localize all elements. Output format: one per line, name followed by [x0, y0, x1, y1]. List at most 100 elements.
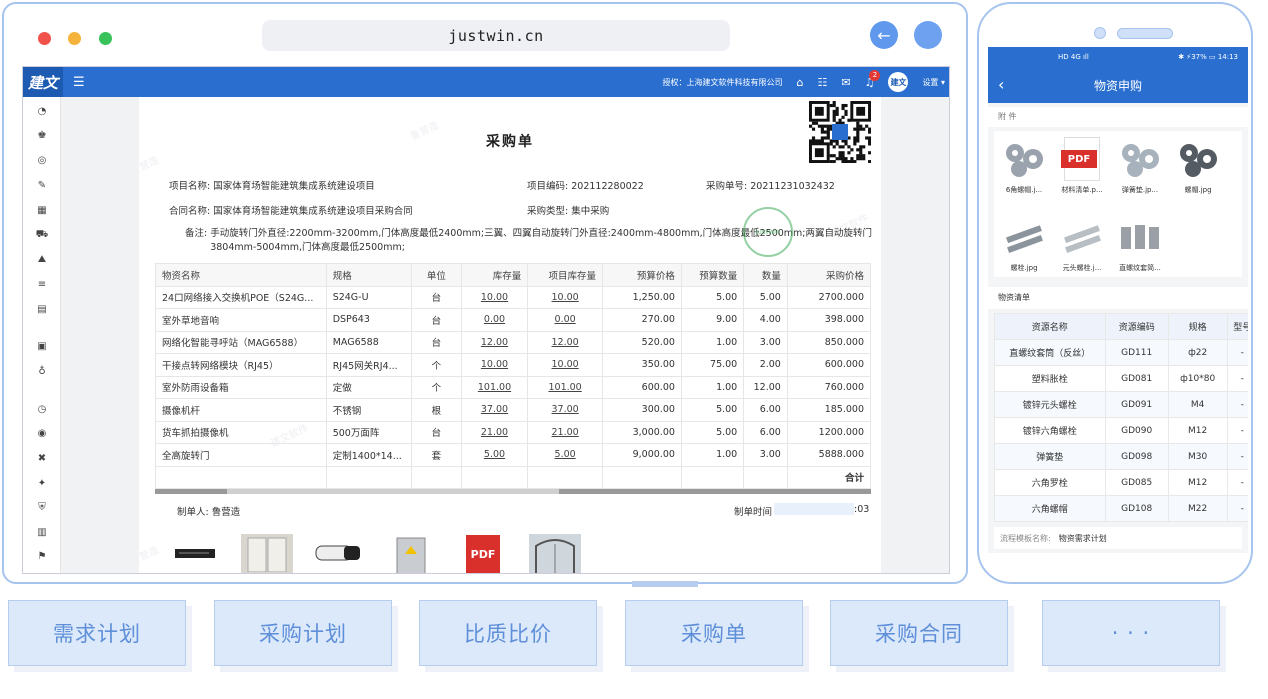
org-chart-icon[interactable]: ☷: [817, 76, 827, 89]
attachment-electrical-box[interactable]: [385, 534, 437, 573]
close-window-icon[interactable]: [38, 32, 51, 45]
speedometer-icon[interactable]: ◷: [36, 403, 48, 415]
target-icon[interactable]: ◎: [36, 154, 48, 166]
table-row[interactable]: 网络化智能寻呼站（MAG6588） MAG6588 台 12.00 12.00 520.0…: [155, 330, 872, 354]
table-cell[interactable]: 101.00: [527, 375, 603, 399]
column-header[interactable]: 采购价格: [786, 263, 872, 287]
table-row[interactable]: 摄像机杆 不锈钢根 37.00 37.00 300.00 5.00 6.00 185.000: [155, 398, 872, 422]
table-row[interactable]: 室外防雨设备箱 定做个 101.00 101.00 600.00 1.00 12.00 760…: [155, 375, 872, 399]
table-cell: 24口网络接入交换机POE（S24G...: [155, 285, 327, 309]
shield-icon[interactable]: ⛨: [36, 501, 48, 513]
wifi-icon[interactable]: ✦: [36, 477, 48, 489]
maximize-window-icon[interactable]: [99, 32, 112, 45]
table-cell[interactable]: 0.00: [460, 308, 529, 332]
pie-chart-icon[interactable]: ◔: [36, 105, 48, 117]
column-header[interactable]: 数量: [743, 263, 788, 287]
table-cell[interactable]: 5.00: [460, 443, 529, 467]
table-cell[interactable]: 10.00: [527, 353, 603, 377]
home-icon[interactable]: ⌂: [796, 76, 803, 89]
minimize-window-icon[interactable]: [68, 32, 81, 45]
avatar[interactable]: 建文: [888, 72, 909, 92]
address-bar[interactable]: justwin.cn: [262, 20, 730, 51]
module-tab[interactable]: 采购计划: [214, 600, 392, 666]
mobile-attachment-sleeves[interactable]: 直螺纹套简...: [1112, 215, 1168, 273]
mobile-attachment-nuts[interactable]: 6角螺帽.j...: [996, 137, 1052, 195]
material-row[interactable]: 镀锌元头螺栓 GD091 M4-: [994, 391, 1248, 418]
table-cell[interactable]: 101.00: [460, 375, 529, 399]
mobile-attachment-bolts[interactable]: 螺栓.jpg: [996, 215, 1052, 273]
table-cell[interactable]: 12.00: [527, 330, 603, 354]
attachment-switch[interactable]: [169, 534, 221, 573]
back-chevron-icon[interactable]: ‹: [998, 75, 1004, 94]
attachment-camera[interactable]: [313, 534, 365, 573]
column-header[interactable]: 库存量: [460, 263, 529, 287]
material-row[interactable]: 六角罗栓 GD085 M12-: [994, 469, 1248, 496]
flag-icon[interactable]: ⚑: [36, 550, 48, 562]
attachment-revolving-door[interactable]: [529, 534, 581, 573]
column-header[interactable]: 预算数量: [680, 263, 745, 287]
module-tab[interactable]: 采购单: [625, 600, 803, 666]
material-row[interactable]: 直螺纹套筒（反丝） GD111 ф22-: [994, 339, 1248, 366]
edit-icon[interactable]: ✎: [36, 179, 48, 191]
table-row[interactable]: 24口网络接入交换机POE（S24G... S24G-U 台 10.00 10.00 1,…: [155, 285, 872, 309]
table-cell: 定制1400*14...: [325, 443, 412, 467]
table-row[interactable]: 干接点转网络模块（RJ45） RJ45网关RJ4... 个 10.00 10.00 350…: [155, 353, 872, 377]
module-tab[interactable]: · · ·: [1042, 600, 1220, 666]
table-scrollbar[interactable]: [155, 489, 871, 494]
chat-icon[interactable]: ✉: [841, 76, 850, 89]
table-row[interactable]: 室外草地音响 DSP643 台 0.00 0.00 270.00 9.00 4.00 398.0…: [155, 308, 872, 332]
module-tab[interactable]: 采购合同: [830, 600, 1008, 666]
mobile-attachment-cap-nut[interactable]: 螺帽.jpg: [1170, 137, 1226, 195]
material-row[interactable]: 塑料胀栓 GD081 ф10*80-: [994, 365, 1248, 392]
table-cell[interactable]: 10.00: [460, 285, 529, 309]
table-cell[interactable]: 21.00: [460, 420, 529, 444]
module-tab[interactable]: 需求计划: [8, 600, 186, 666]
calendar-icon[interactable]: ▦: [36, 204, 48, 216]
scrollbar-thumb[interactable]: [227, 489, 559, 494]
material-row[interactable]: 弹簧垫 GD098 M30-: [994, 443, 1248, 470]
bell-icon[interactable]: ♫ 2: [865, 69, 881, 89]
table-cell[interactable]: 37.00: [460, 398, 529, 422]
app-topbar: 建文 ☰ 授权：上海建文软件科技有限公司 ⌂ ☷ ✉ ♫ 2 建文 设置 ▾: [23, 67, 949, 97]
users-icon[interactable]: ♚: [36, 129, 48, 141]
database-icon[interactable]: ▥: [36, 526, 48, 538]
column-header[interactable]: 预算价格: [602, 263, 682, 287]
material-cell: 镀锌元头螺栓: [994, 391, 1106, 418]
settings-dropdown[interactable]: 设置 ▾: [922, 77, 945, 88]
material-row[interactable]: 六角螺帽 GD108 M22-: [994, 495, 1248, 522]
photo-icon[interactable]: ▣: [36, 340, 48, 352]
table-header-row: 物资名称 规格 单位 库存量 项目库存量 预算价格 预算数量 数量 采购价格: [155, 263, 872, 287]
table-cell[interactable]: 10.00: [527, 285, 603, 309]
mobile-attachment-round-bolts[interactable]: 元头螺栓.j...: [1054, 215, 1110, 273]
attachment-cabinet[interactable]: [241, 534, 293, 573]
column-header[interactable]: 项目库存量: [527, 263, 603, 287]
table-row[interactable]: 全高旋转门 定制1400*14... 套 5.00 5.00 9,000.00 1.00 3.…: [155, 443, 872, 467]
mobile-attachment-washers[interactable]: 弹簧垫.jp...: [1112, 137, 1168, 195]
table-cell: 5.00: [743, 285, 788, 309]
table-cell[interactable]: 12.00: [460, 330, 529, 354]
menu-toggle-icon[interactable]: ☰: [73, 75, 85, 90]
table-cell[interactable]: 0.00: [527, 308, 603, 332]
back-arrow-icon[interactable]: ←: [870, 21, 898, 49]
column-header[interactable]: 规格: [325, 263, 412, 287]
column-header[interactable]: 单位: [410, 263, 462, 287]
mobile-attachment-pdf[interactable]: PDF 材料清单.p...: [1054, 137, 1110, 195]
chart-icon[interactable]: ⛰: [36, 253, 48, 265]
table-cell[interactable]: 21.00: [527, 420, 603, 444]
material-row[interactable]: 镀锌六角螺栓 GD090 M12-: [994, 417, 1248, 444]
car-icon[interactable]: ⛟: [36, 229, 49, 241]
table-cell[interactable]: 10.00: [460, 353, 529, 377]
bag-icon[interactable]: ♁: [36, 365, 48, 377]
forward-button[interactable]: [914, 21, 942, 49]
column-header[interactable]: 物资名称: [155, 263, 327, 287]
list-icon[interactable]: ≡: [36, 278, 48, 290]
module-tab[interactable]: 比质比价: [419, 600, 597, 666]
table-cell[interactable]: 37.00: [527, 398, 603, 422]
tools-icon[interactable]: ✖: [36, 452, 48, 464]
material-cell: M30: [1167, 443, 1228, 470]
radar-icon[interactable]: ◉: [36, 427, 48, 439]
document-icon[interactable]: ▤: [36, 303, 48, 315]
table-cell[interactable]: 5.00: [527, 443, 603, 467]
attachment-pdf[interactable]: PDF: [457, 534, 509, 573]
table-row[interactable]: 货车抓拍摄像机 500万面阵台 21.00 21.00 3,000.00 5.00 6.00…: [155, 420, 872, 444]
